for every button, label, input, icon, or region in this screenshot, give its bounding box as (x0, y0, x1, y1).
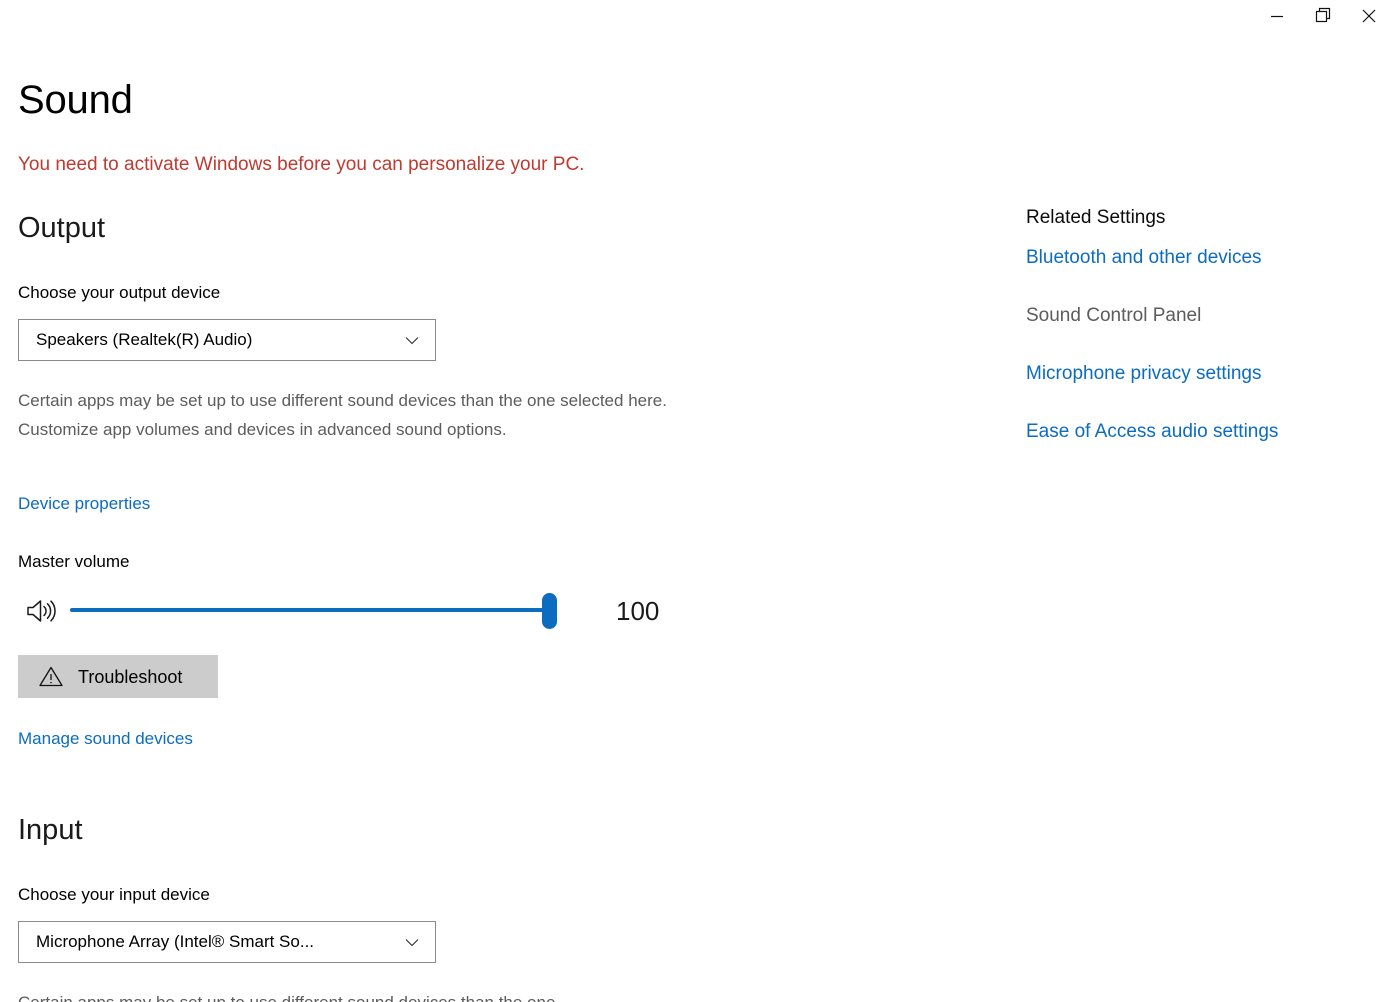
master-volume-row: 100 (18, 592, 698, 632)
restore-icon (1312, 5, 1334, 27)
window-title-bar (0, 0, 1392, 46)
restore-button[interactable] (1300, 0, 1346, 32)
input-device-value: Microphone Array (Intel® Smart So... (36, 932, 315, 951)
master-volume-label: Master volume (18, 552, 130, 571)
close-icon (1358, 5, 1380, 27)
section-heading-output: Output (18, 212, 106, 244)
related-link-bluetooth-and-other-devices[interactable]: Bluetooth and other devices (1026, 245, 1262, 271)
device-properties-link[interactable]: Device properties (18, 492, 150, 516)
output-device-label: Choose your output device (18, 283, 221, 302)
output-device-dropdown[interactable]: Speakers (Realtek(R) Audio) (18, 319, 436, 361)
output-device-value: Speakers (Realtek(R) Audio) (36, 330, 253, 349)
speaker-volume-icon[interactable] (22, 592, 62, 630)
warning-triangle-icon (37, 665, 64, 689)
related-settings-title: Related Settings (1026, 207, 1166, 228)
chevron-down-icon (399, 932, 425, 952)
input-description: Certain apps may be set up to use differ… (18, 989, 694, 1002)
output-description: Certain apps may be set up to use differ… (18, 391, 667, 439)
related-link-sound-control-panel[interactable]: Sound Control Panel (1026, 303, 1201, 329)
chevron-down-icon (399, 330, 425, 350)
close-button[interactable] (1346, 0, 1392, 32)
section-heading-input: Input (18, 814, 83, 846)
sound-settings-page: Sound You need to activate Windows befor… (0, 0, 1392, 1002)
troubleshoot-button[interactable]: Troubleshoot (18, 655, 218, 698)
troubleshoot-button-label: Troubleshoot (78, 666, 183, 687)
input-device-dropdown[interactable]: Microphone Array (Intel® Smart So... (18, 921, 436, 963)
slider-thumb[interactable] (542, 593, 557, 629)
master-volume-slider[interactable] (70, 592, 566, 630)
page-title: Sound (18, 78, 133, 122)
minimize-icon (1267, 6, 1287, 26)
slider-track (70, 608, 554, 612)
related-link-ease-of-access-audio-settings[interactable]: Ease of Access audio settings (1026, 419, 1278, 445)
related-link-microphone-privacy-settings[interactable]: Microphone privacy settings (1026, 361, 1262, 387)
manage-sound-devices-link[interactable]: Manage sound devices (18, 727, 193, 751)
input-device-label: Choose your input device (18, 885, 210, 904)
activation-warning-text: You need to activate Windows before you … (18, 154, 585, 175)
minimize-button[interactable] (1254, 0, 1300, 32)
master-volume-value: 100 (616, 596, 660, 626)
